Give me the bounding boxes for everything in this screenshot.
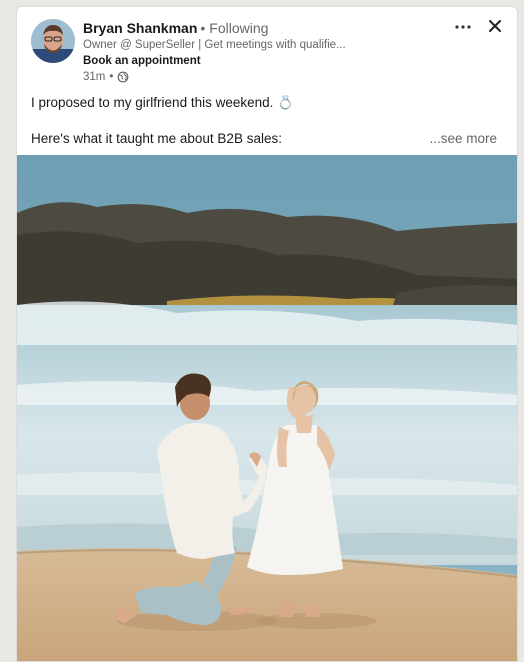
close-icon — [489, 20, 501, 32]
globe-icon — [118, 71, 129, 83]
see-more-link[interactable]: ...see more — [429, 131, 497, 146]
post-card: Bryan Shankman • Following Owner @ SuperSe… — [16, 6, 518, 662]
author-name-row: Bryan Shankman • Following — [83, 20, 268, 36]
meta-separator: • — [109, 71, 114, 83]
post-text-line-1: I proposed to my girlfriend this weekend… — [31, 95, 294, 110]
post-meta: 31m • — [83, 71, 129, 83]
book-appointment-link[interactable]: Book an appointment — [83, 55, 201, 67]
post-text-line-2: Here's what it taught me about B2B sales… — [31, 131, 282, 146]
follow-status: Following — [209, 20, 269, 36]
more-options-icon — [455, 25, 471, 29]
more-options-button[interactable] — [453, 17, 473, 37]
separator-dot: • — [200, 20, 206, 36]
author-name[interactable]: Bryan Shankman — [83, 20, 197, 36]
author-avatar[interactable] — [31, 19, 75, 63]
author-headline: Owner @ SuperSeller | Get meetings with … — [83, 39, 346, 51]
post-image[interactable] — [17, 155, 517, 661]
close-button[interactable] — [485, 16, 505, 36]
post-time: 31m — [83, 71, 106, 83]
